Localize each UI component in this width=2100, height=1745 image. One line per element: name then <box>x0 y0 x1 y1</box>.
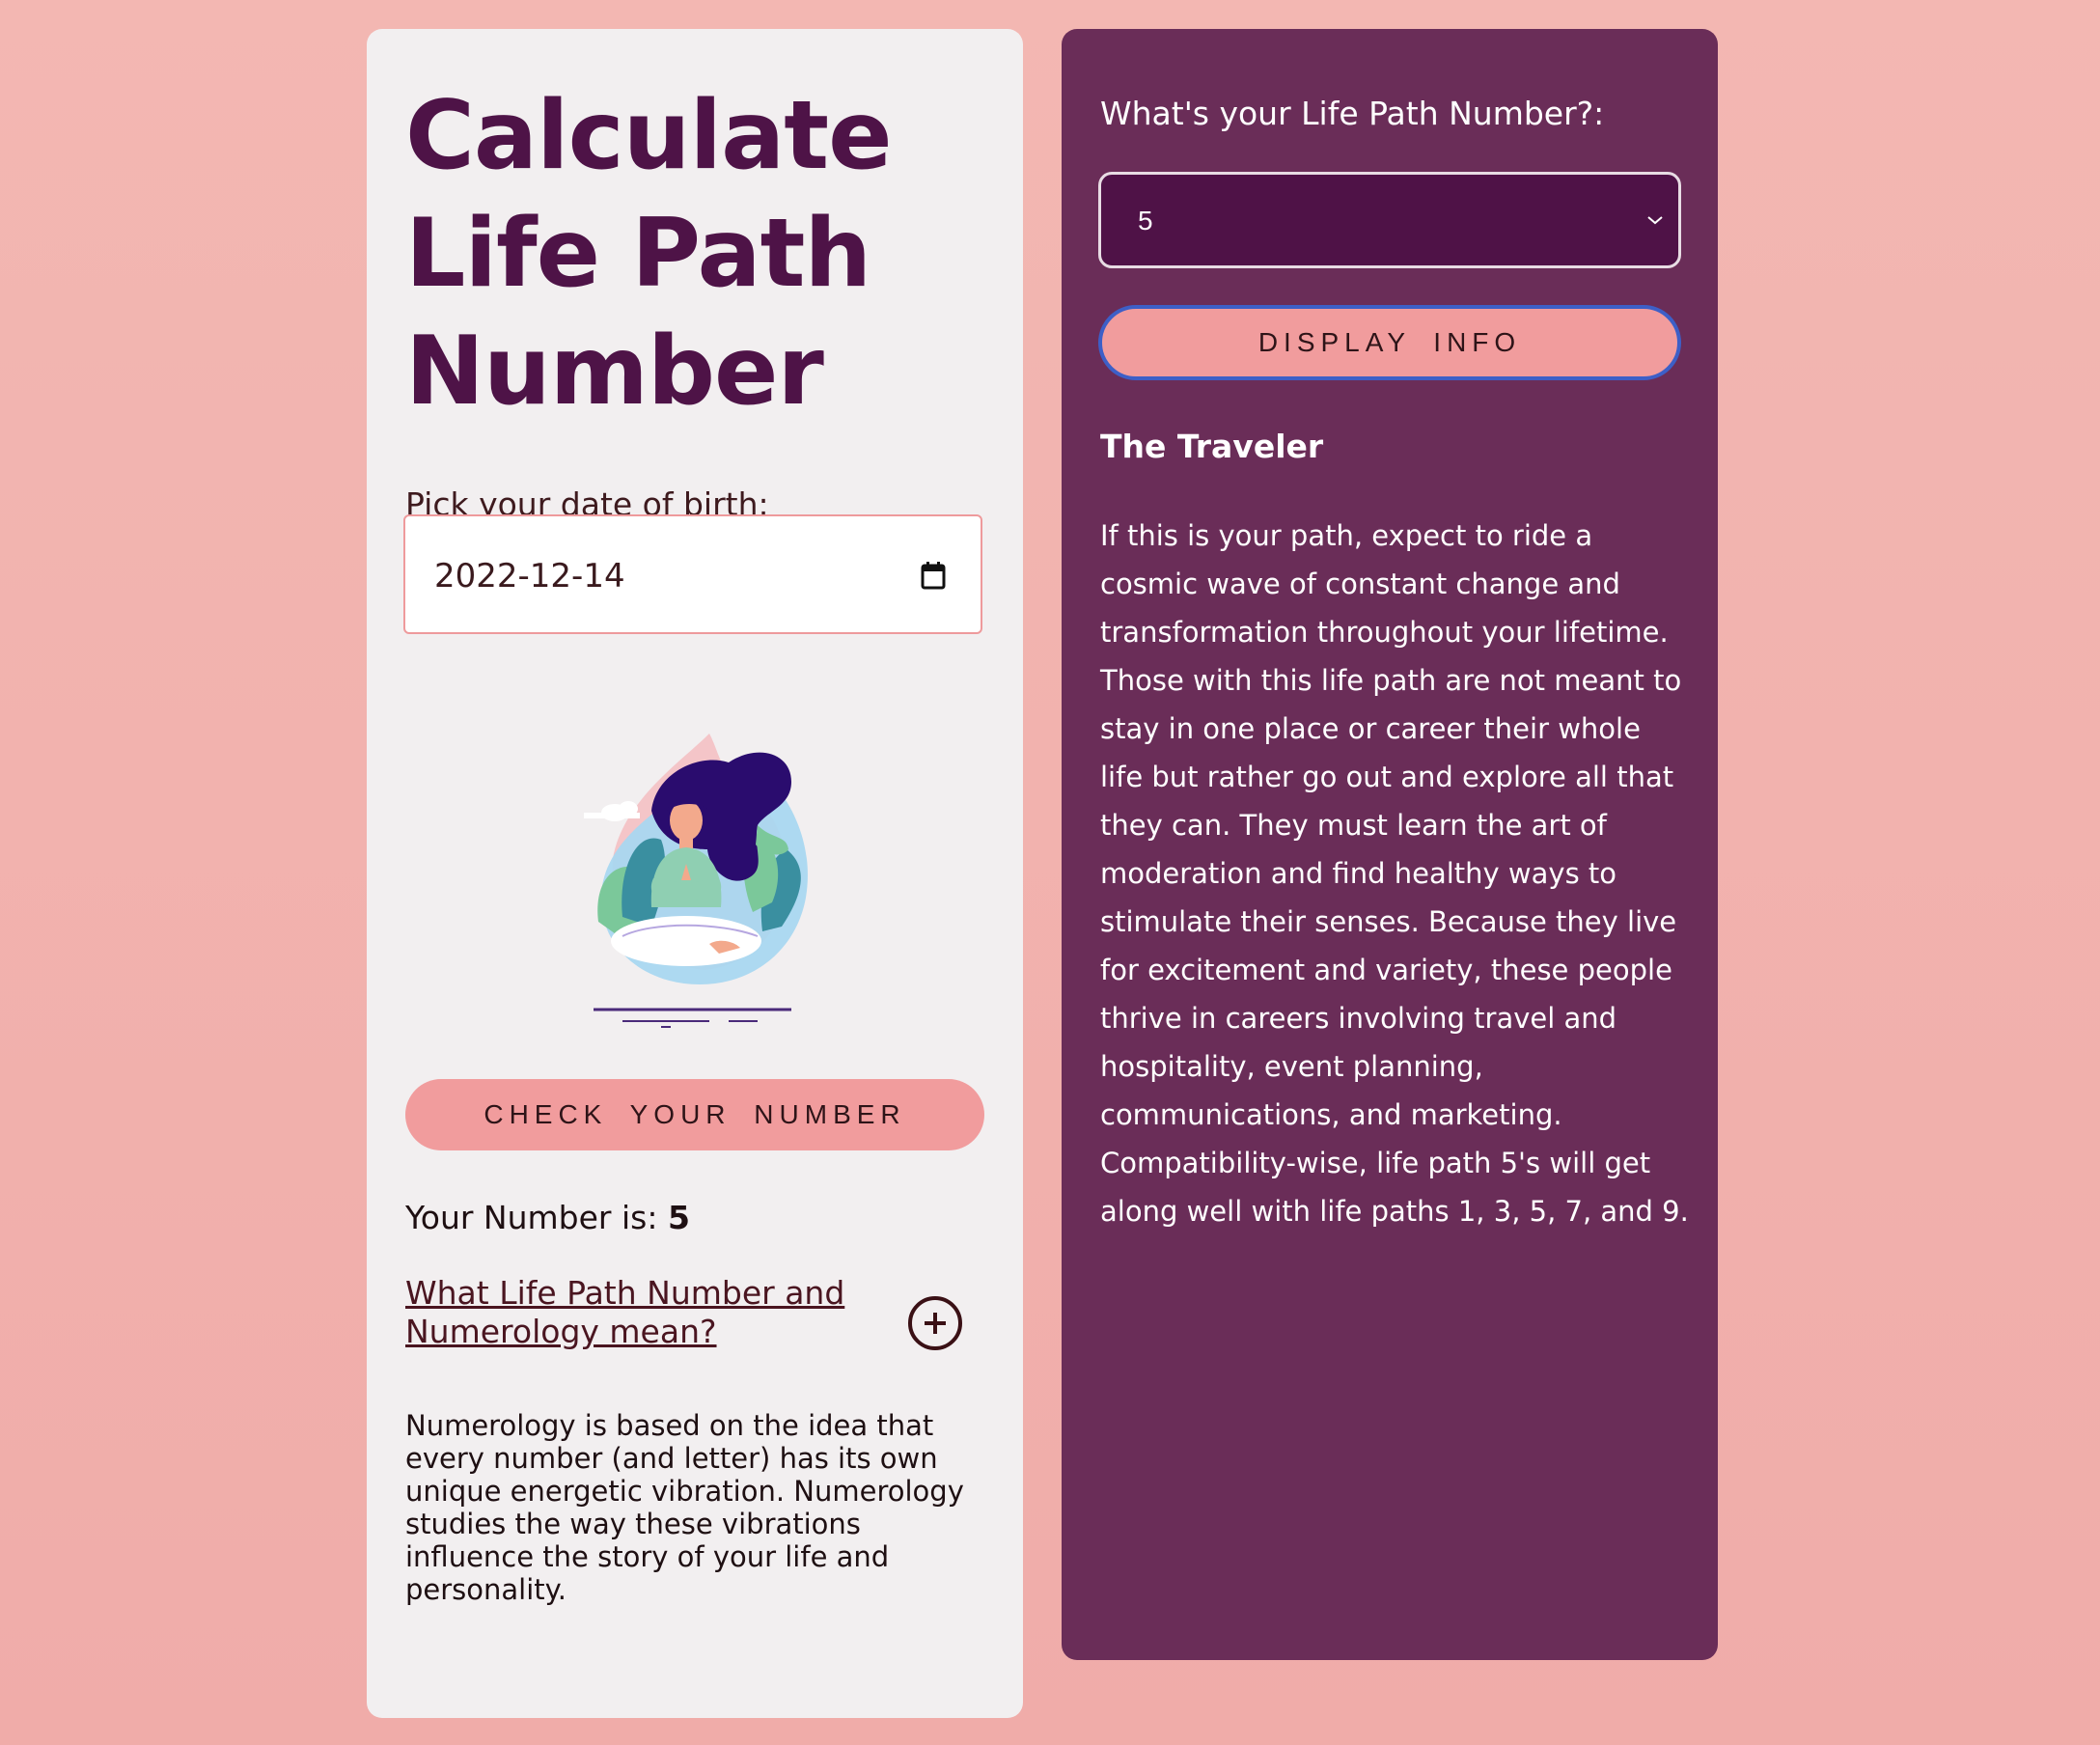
numerology-accordion-toggle[interactable]: What Life Path Number and Numerology mea… <box>405 1274 888 1351</box>
select-value[interactable]: 5 <box>1138 206 1153 236</box>
result-text: Your Number is: 5 <box>405 1199 690 1236</box>
info-card: What's your Life Path Number?: 5 DISPLAY… <box>1062 29 1718 1660</box>
calculator-card: Calculate Life Path Number Pick your dat… <box>367 29 1023 1718</box>
plus-circle-icon[interactable] <box>907 1295 963 1351</box>
life-path-select[interactable]: 5 <box>1098 172 1681 268</box>
info-title: The Traveler <box>1100 428 1324 465</box>
calendar-icon[interactable] <box>921 561 946 590</box>
chevron-down-icon[interactable] <box>1645 213 1665 227</box>
dob-date-input[interactable]: 2022-12-14 <box>403 514 982 634</box>
result-value: 5 <box>667 1199 690 1236</box>
numerology-description: Numerology is based on the idea that eve… <box>405 1409 964 1606</box>
life-path-select-label: What's your Life Path Number?: <box>1100 95 1605 132</box>
meditating-woman-illustration <box>584 734 808 1028</box>
result-label: Your Number is: <box>405 1199 658 1236</box>
info-description: If this is your path, expect to ride a c… <box>1100 519 1689 1228</box>
check-number-button[interactable]: CHECK YOUR NUMBER <box>405 1079 984 1150</box>
display-info-button[interactable]: DISPLAY INFO <box>1098 305 1681 380</box>
page-title: Calculate Life Path Number <box>405 81 893 427</box>
dob-value[interactable]: 2022-12-14 <box>434 557 625 596</box>
